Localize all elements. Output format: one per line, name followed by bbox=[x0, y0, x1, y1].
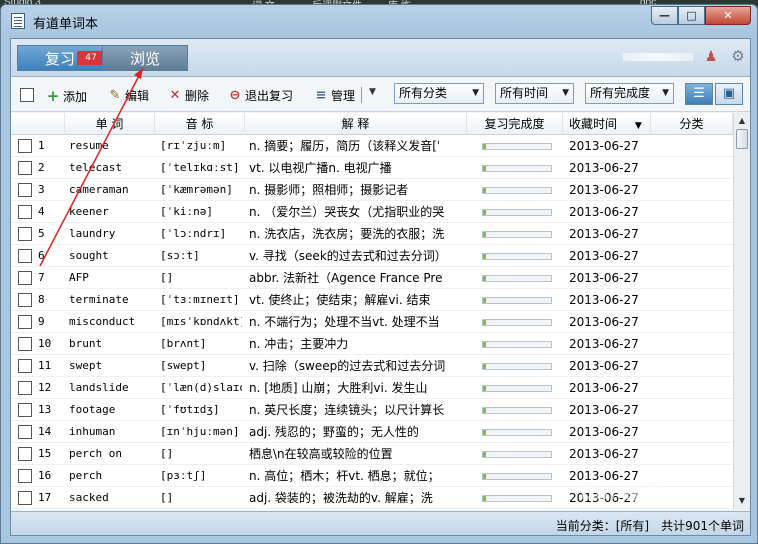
annotation-arrow bbox=[39, 67, 144, 267]
annotation-arrow-head bbox=[134, 68, 143, 79]
annotation-arrow-line bbox=[39, 67, 144, 267]
